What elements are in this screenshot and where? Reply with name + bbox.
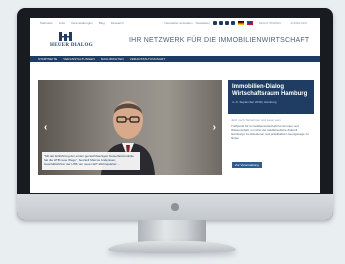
flag-en-icon[interactable]	[246, 21, 253, 25]
main-navigation: STARTSEITE VERANSTALTUNGEN NACHRICHTEN V…	[30, 56, 320, 62]
top-nav-item[interactable]: Blog	[99, 21, 105, 25]
event-title: Immobilien-Dialog Wirtschaftsraum Hambur…	[232, 84, 308, 97]
event-label: Jetzt noch Teilnehmer und Leser sein	[231, 118, 281, 122]
main-nav-item[interactable]: VERANSTALTUNGSART	[130, 57, 166, 61]
main-nav-item[interactable]: STARTSEITE	[38, 57, 57, 61]
slider-next-arrow-icon[interactable]: ›	[213, 122, 216, 133]
event-date: 4.–5. September 2018 | Hamburg	[232, 100, 277, 104]
main-nav-item[interactable]: NACHRICHTEN	[101, 57, 124, 61]
youtube-icon[interactable]	[224, 21, 229, 25]
site-header: HEUER DIALOG IHR NETZWERK FÜR DIE IMMOBI…	[30, 30, 320, 52]
newsletter-link[interactable]: Newsletter anmelden	[164, 21, 192, 25]
monitor-chin	[17, 194, 333, 220]
top-nav-item[interactable]: Startseite	[40, 21, 53, 25]
newsletter-label: Newsletter	[195, 21, 210, 25]
browser-screen: Startseite Jobs Veranstaltungen Blog Res…	[30, 18, 320, 193]
apple-logo-icon	[171, 203, 179, 211]
flag-de-icon[interactable]	[237, 21, 244, 25]
facebook-icon[interactable]	[212, 21, 217, 25]
register-button[interactable]: REGISTRIEREN	[256, 21, 285, 25]
event-title-box[interactable]: Immobilien-Dialog Wirtschaftsraum Hambur…	[228, 80, 314, 114]
event-description: Treffpunkt für Immobilienwirtschaft Komm…	[231, 124, 309, 140]
xing-icon[interactable]	[230, 21, 235, 25]
slide-caption: "Mit der Einführung der ersten gemischtw…	[42, 152, 140, 170]
top-nav: Startseite Jobs Veranstaltungen Blog Res…	[40, 21, 124, 25]
top-nav-item[interactable]: Veranstaltungen	[71, 21, 93, 25]
hero-slider[interactable]: ‹ › "Mit der Einführung der ersten gemis…	[38, 80, 222, 175]
top-utility-bar: Startseite Jobs Veranstaltungen Blog Res…	[30, 18, 320, 28]
social-icons	[212, 21, 235, 25]
event-cta-button[interactable]: Zur Veranstaltung	[232, 162, 262, 168]
monitor-stand-base	[108, 241, 236, 253]
top-right-group: Newsletter anmelden Newsletter REGISTRIE…	[164, 21, 310, 25]
logo-text[interactable]: HEUER DIALOG	[50, 43, 93, 48]
login-button[interactable]: ANMELDEN	[287, 21, 310, 25]
main-nav-item[interactable]: VERANSTALTUNGEN	[63, 57, 95, 61]
monitor-frame: Startseite Jobs Veranstaltungen Blog Res…	[17, 8, 333, 220]
site-tagline: IHR NETZWERK FÜR DIE IMMOBILIENWIRTSCHAF…	[129, 37, 310, 44]
slider-prev-arrow-icon[interactable]: ‹	[44, 122, 47, 133]
heuer-logo-icon[interactable]	[58, 32, 74, 41]
event-panel: Immobilien-Dialog Wirtschaftsraum Hambur…	[228, 80, 314, 175]
twitter-icon[interactable]	[218, 21, 223, 25]
top-nav-item[interactable]: Jobs	[59, 21, 65, 25]
top-nav-item[interactable]: Research	[111, 21, 124, 25]
